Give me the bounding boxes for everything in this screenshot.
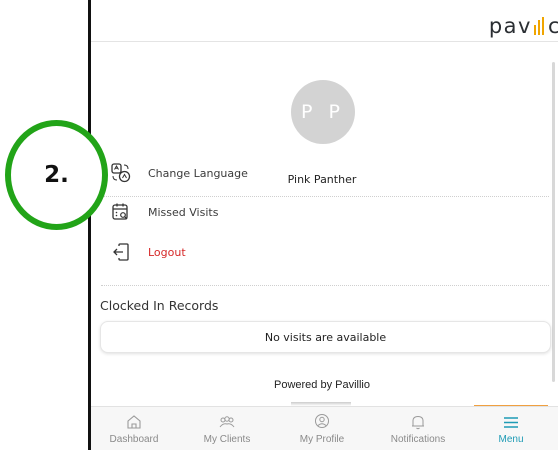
hamburger-icon: [504, 417, 518, 428]
nav-my-clients[interactable]: My Clients: [182, 407, 272, 450]
menu-item-label: Missed Visits: [148, 205, 219, 219]
menu-item-missed-visits[interactable]: Missed Visits: [91, 197, 553, 227]
nav-my-profile[interactable]: My Profile: [277, 407, 367, 450]
language-icon: [111, 163, 131, 183]
nav-label: Menu: [498, 434, 524, 445]
app-window: pavillio pavc P P Pink Panther Change La…: [88, 0, 558, 450]
app-logo: pavillio pavc: [489, 14, 558, 38]
empty-state-card: No visits are available: [100, 321, 551, 353]
avatar[interactable]: P P: [291, 80, 355, 144]
bell-icon: [412, 415, 424, 430]
nav-label: Notifications: [390, 434, 446, 445]
bottom-nav: Dashboard My Clients My Profile Notifica…: [91, 406, 558, 450]
logo-bars-icon: [533, 17, 547, 35]
nav-label: My Profile: [299, 434, 345, 445]
nav-dashboard[interactable]: Dashboard: [91, 407, 179, 450]
menu-item-logout[interactable]: Logout: [91, 237, 553, 267]
menu-item-change-language[interactable]: Change Language: [91, 158, 553, 188]
profile-icon: [315, 414, 329, 428]
menu-content: P P Pink Panther Change Language Missed …: [91, 42, 553, 406]
top-bar: pavillio pavc: [91, 0, 558, 42]
home-icon: [127, 415, 141, 429]
nav-label: My Clients: [203, 434, 251, 445]
nav-label: Dashboard: [109, 434, 159, 445]
nav-menu[interactable]: Menu: [466, 407, 556, 450]
menu-item-label: Logout: [148, 245, 186, 259]
powered-by: Powered by Pavillio: [274, 379, 370, 391]
nav-notifications[interactable]: Notifications: [373, 407, 463, 450]
divider: [101, 285, 549, 286]
logout-icon: [113, 243, 129, 261]
section-title-clocked-in: Clocked In Records: [100, 298, 219, 313]
clients-icon: [219, 416, 235, 428]
calendar-search-icon: [112, 203, 128, 220]
step-annotation: 2.: [5, 120, 108, 230]
menu-item-label: Change Language: [148, 166, 248, 180]
